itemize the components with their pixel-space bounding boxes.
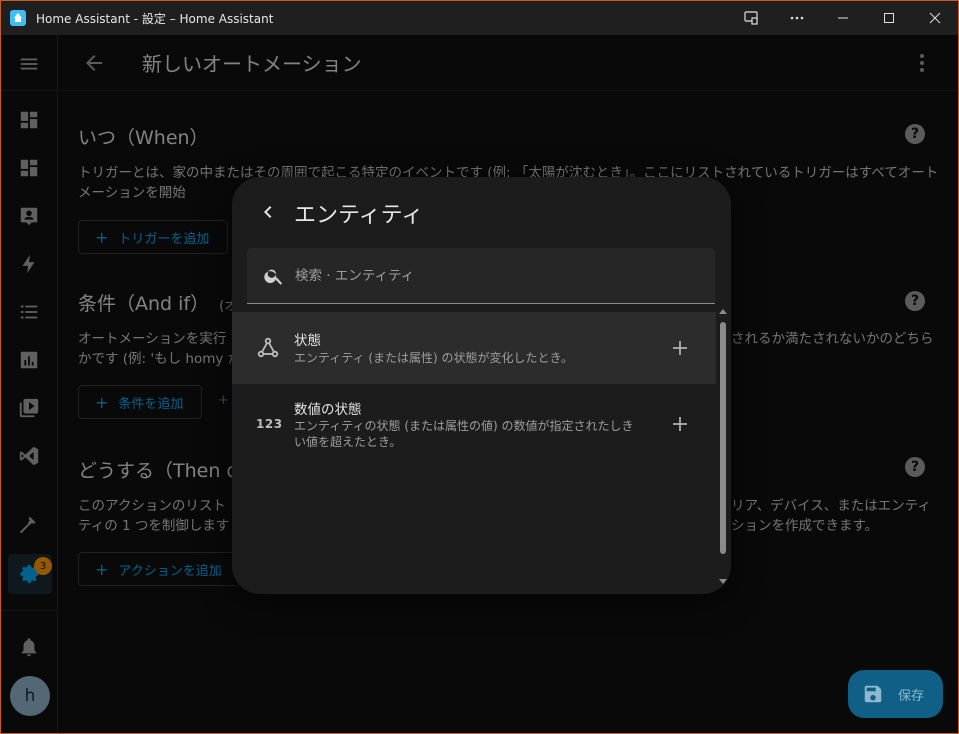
item-subtitle: エンティティ (または属性) の状態が変化したとき。 (294, 351, 573, 365)
search-icon (264, 269, 283, 285)
close-icon[interactable] (912, 1, 958, 35)
list-item-numeric-state[interactable]: 123 数値の状態 エンティティの状態 (または属性の値) の数値が指定されたし… (232, 384, 716, 464)
home-assistant-logo-icon (10, 10, 26, 26)
scroll-down-arrow-icon[interactable] (719, 579, 727, 584)
item-subtitle: エンティティの状態 (または属性の値) の数値が指定されたしきい値を超えたとき。 (294, 419, 634, 449)
entity-trigger-dialog: エンティティ 状態 エンティティ (または属性) の状態が変化したとき。 123… (232, 177, 731, 594)
item-title: 数値の状態 (294, 402, 362, 418)
numeric-123-icon: 123 (256, 417, 283, 431)
plus-icon[interactable] (670, 338, 690, 358)
window-title: Home Assistant - 設定 – Home Assistant (36, 11, 274, 26)
minimize-icon[interactable] (820, 1, 866, 35)
app-window: Home Assistant - 設定 – Home Assistant 3 h… (0, 0, 959, 734)
plus-icon[interactable] (670, 414, 690, 434)
list-item-state[interactable]: 状態 エンティティ (または属性) の状態が変化したとき。 (232, 312, 716, 384)
floppy-disk-icon (864, 685, 882, 703)
dialog-scrollbar[interactable] (718, 307, 728, 587)
state-graph-icon (257, 337, 279, 358)
window-controls (728, 1, 958, 35)
cast-icon[interactable] (728, 1, 774, 35)
save-label: 保存 (898, 688, 925, 704)
title-bar: Home Assistant - 設定 – Home Assistant (1, 1, 958, 35)
chevron-left-icon[interactable] (256, 200, 280, 224)
save-button[interactable]: 保存 (848, 670, 943, 718)
scroll-up-arrow-icon[interactable] (719, 309, 727, 314)
dialog-title: エンティティ (294, 203, 424, 228)
search-input[interactable] (295, 267, 695, 284)
scroll-thumb[interactable] (720, 322, 726, 554)
search-field[interactable] (247, 248, 715, 304)
more-options-icon[interactable] (774, 1, 820, 35)
maximize-icon[interactable] (866, 1, 912, 35)
item-title: 状態 (294, 333, 321, 349)
